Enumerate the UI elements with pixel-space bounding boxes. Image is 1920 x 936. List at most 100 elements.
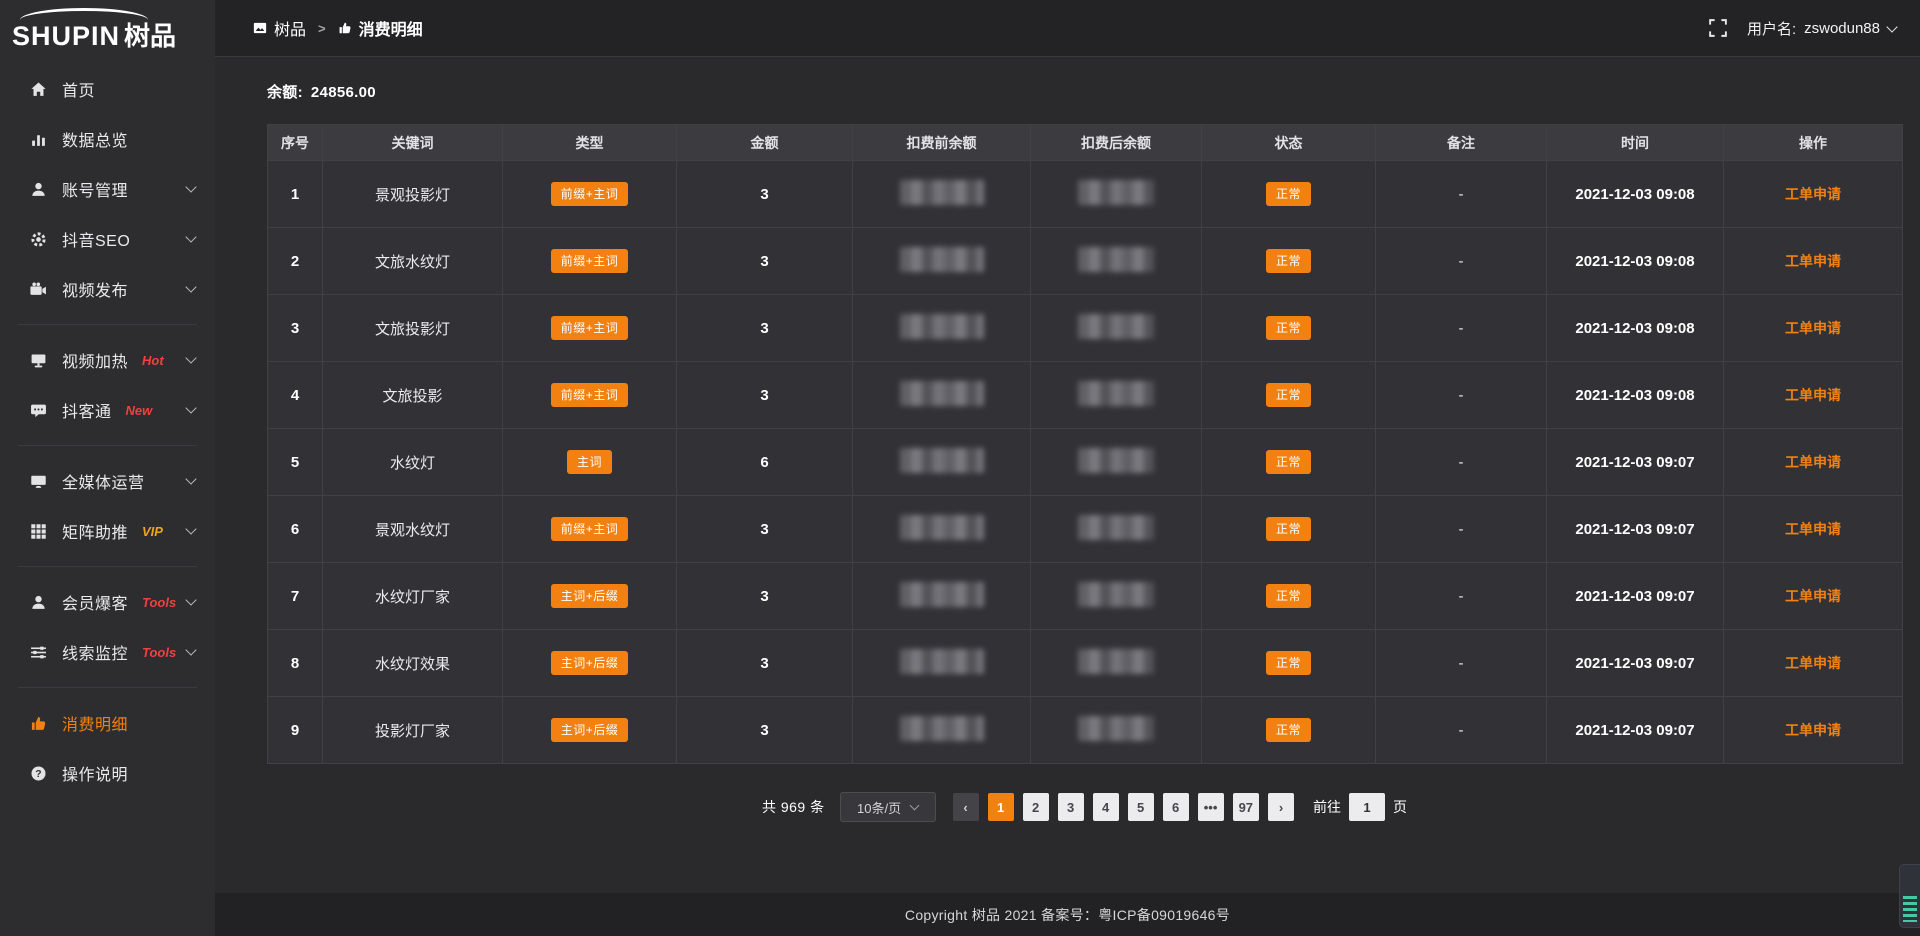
cell-amount: 3 — [677, 697, 853, 764]
page-ellipsis-button[interactable]: ••• — [1198, 793, 1224, 821]
page-footer: Copyright 树品 2021 备案号：粤ICP备09019646号 — [215, 893, 1920, 936]
hot-badge: Hot — [142, 353, 164, 368]
logo-text-en: SHUPIN — [12, 21, 120, 51]
chat-widget-handle[interactable] — [1899, 864, 1920, 928]
cell-amount: 3 — [677, 563, 853, 630]
cell-before-balance — [853, 161, 1031, 228]
bar-chart-icon — [30, 131, 47, 148]
goto-page-input[interactable] — [1349, 793, 1385, 821]
breadcrumb-label: 树品 — [274, 16, 306, 40]
sidebar-item-home[interactable]: 首页 — [0, 64, 215, 114]
table-row: 7 水纹灯厂家 主词+后缀 3 正常 - 2021-12-03 09:07 工单… — [268, 563, 1903, 630]
sidebar-item-label: 线索监控 — [62, 640, 128, 664]
page-button-1[interactable]: 1 — [988, 793, 1014, 821]
cell-before-balance — [853, 630, 1031, 697]
page-buttons: 123456 ••• 97 — [988, 793, 1259, 821]
redacted-balance-block — [900, 716, 984, 741]
cell-no: 6 — [268, 496, 323, 563]
prev-page-button[interactable]: ‹ — [953, 793, 979, 821]
redacted-balance-block — [900, 448, 984, 473]
sidebar-item-consumption-detail[interactable]: 消费明细 — [0, 698, 215, 748]
home-icon — [30, 81, 47, 98]
cell-before-balance — [853, 362, 1031, 429]
sidebar-item-label: 抖客通 — [62, 398, 112, 422]
work-order-link[interactable]: 工单申请 — [1785, 387, 1841, 403]
redacted-balance-block — [1078, 381, 1154, 406]
page-button-5[interactable]: 5 — [1128, 793, 1154, 821]
sidebar-item-label: 矩阵助推 — [62, 519, 128, 543]
app-logo: SHUPIN树品 — [0, 0, 215, 58]
work-order-link[interactable]: 工单申请 — [1785, 521, 1841, 537]
status-badge: 正常 — [1266, 249, 1311, 273]
help-icon: ? — [30, 765, 47, 782]
sidebar-item-douyin-seo[interactable]: 抖音SEO — [0, 214, 215, 264]
sidebar-item-label: 全媒体运营 — [62, 469, 145, 493]
breadcrumb-home[interactable]: 树品 — [253, 16, 306, 40]
cell-before-balance — [853, 228, 1031, 295]
work-order-link[interactable]: 工单申请 — [1785, 588, 1841, 604]
table-row: 9 投影灯厂家 主词+后缀 3 正常 - 2021-12-03 09:07 工单… — [268, 697, 1903, 764]
sidebar-item-data-overview[interactable]: 数据总览 — [0, 114, 215, 164]
cell-keyword: 水纹灯 — [323, 429, 503, 496]
cell-status: 正常 — [1202, 563, 1376, 630]
fullscreen-icon[interactable] — [1709, 19, 1727, 37]
sidebar-item-member-burst[interactable]: 会员爆客 Tools — [0, 577, 215, 627]
cell-status: 正常 — [1202, 429, 1376, 496]
page-button-97[interactable]: 97 — [1233, 793, 1259, 821]
table-row: 6 景观水纹灯 前缀+主词 3 正常 - 2021-12-03 09:07 工单… — [268, 496, 1903, 563]
sidebar-item-douketong[interactable]: 抖客通 New — [0, 385, 215, 435]
cell-status: 正常 — [1202, 362, 1376, 429]
balance-display: 余额:24856.00 — [267, 81, 1902, 102]
chevron-down-icon — [185, 523, 196, 534]
status-badge: 正常 — [1266, 383, 1311, 407]
page-button-3[interactable]: 3 — [1058, 793, 1084, 821]
cell-type: 主词+后缀 — [503, 563, 677, 630]
sidebar-item-matrix-boost[interactable]: 矩阵助推 VIP — [0, 506, 215, 556]
breadcrumb-current[interactable]: 消费明细 — [338, 16, 423, 40]
chevron-down-icon — [185, 181, 196, 192]
column-header-after-balance: 扣费后余额 — [1031, 125, 1202, 161]
work-order-link[interactable]: 工单申请 — [1785, 454, 1841, 470]
cell-amount: 3 — [677, 362, 853, 429]
status-badge: 正常 — [1266, 584, 1311, 608]
user-menu[interactable]: 用户名: zswodun88 — [1747, 18, 1896, 39]
chevron-down-icon — [185, 231, 196, 242]
column-header-time: 时间 — [1547, 125, 1724, 161]
cell-remark: - — [1376, 228, 1547, 295]
type-badge: 前缀+主词 — [551, 182, 629, 206]
table-row: 3 文旅投影灯 前缀+主词 3 正常 - 2021-12-03 09:08 工单… — [268, 295, 1903, 362]
cell-status: 正常 — [1202, 161, 1376, 228]
type-badge: 前缀+主词 — [551, 316, 629, 340]
page-button-2[interactable]: 2 — [1023, 793, 1049, 821]
gear-icon — [30, 231, 47, 248]
cell-action: 工单申请 — [1724, 630, 1903, 697]
cell-after-balance — [1031, 496, 1202, 563]
status-badge: 正常 — [1266, 450, 1311, 474]
sidebar-item-label: 首页 — [62, 77, 95, 101]
table-row: 1 景观投影灯 前缀+主词 3 正常 - 2021-12-03 09:08 工单… — [268, 161, 1903, 228]
type-badge: 主词+后缀 — [551, 584, 629, 608]
status-badge: 正常 — [1266, 316, 1311, 340]
sidebar-item-lead-monitor[interactable]: 线索监控 Tools — [0, 627, 215, 677]
cell-keyword: 文旅投影灯 — [323, 295, 503, 362]
page-button-4[interactable]: 4 — [1093, 793, 1119, 821]
sidebar-item-video-publish[interactable]: 视频发布 — [0, 264, 215, 314]
sidebar-item-label: 视频加热 — [62, 348, 128, 372]
sidebar-item-video-heat[interactable]: 视频加热 Hot — [0, 335, 215, 385]
page-button-6[interactable]: 6 — [1163, 793, 1189, 821]
work-order-link[interactable]: 工单申请 — [1785, 253, 1841, 269]
column-header-before-balance: 扣费前余额 — [853, 125, 1031, 161]
cell-after-balance — [1031, 295, 1202, 362]
sidebar-item-instructions[interactable]: ? 操作说明 — [0, 748, 215, 798]
work-order-link[interactable]: 工单申请 — [1785, 722, 1841, 738]
page-size-select[interactable]: 10条/页 — [840, 792, 936, 822]
work-order-link[interactable]: 工单申请 — [1785, 655, 1841, 671]
work-order-link[interactable]: 工单申请 — [1785, 320, 1841, 336]
sidebar-item-label: 操作说明 — [62, 761, 128, 785]
breadcrumb-separator: > — [318, 21, 326, 36]
work-order-link[interactable]: 工单申请 — [1785, 186, 1841, 202]
redacted-balance-block — [1078, 649, 1154, 674]
next-page-button[interactable]: › — [1268, 793, 1294, 821]
sidebar-item-all-media[interactable]: 全媒体运营 — [0, 456, 215, 506]
sidebar-item-account-management[interactable]: 账号管理 — [0, 164, 215, 214]
